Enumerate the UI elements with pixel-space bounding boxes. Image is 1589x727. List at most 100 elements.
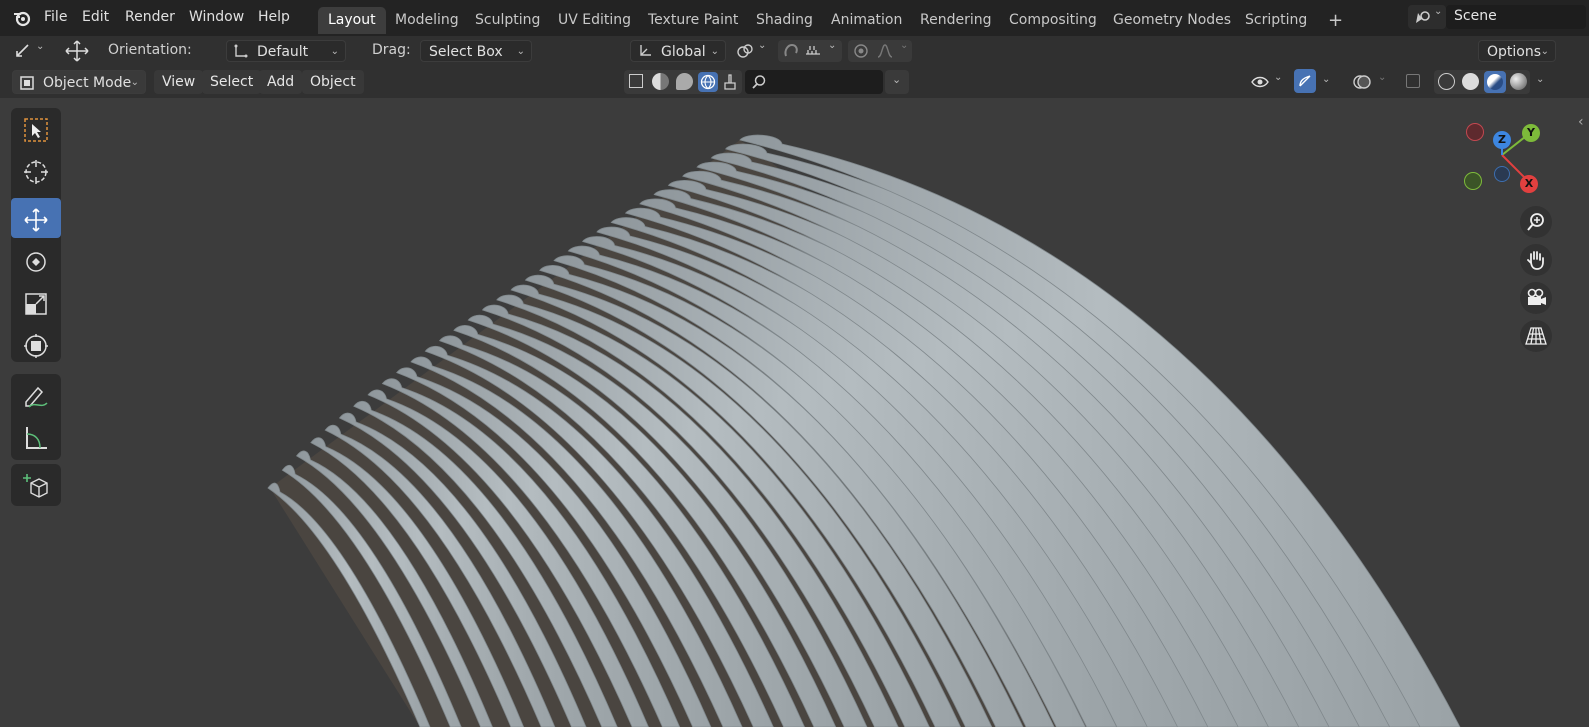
move-tool-icon: [16, 44, 29, 57]
gizmo-dropdown-chevron[interactable]: ⌄: [1322, 74, 1330, 85]
blender-logo-icon[interactable]: [12, 8, 32, 28]
navigation-gizmo[interactable]: Z Y X: [1460, 118, 1560, 198]
tab-rendering[interactable]: Rendering: [910, 7, 1002, 34]
viewport-search-field[interactable]: [745, 70, 883, 94]
scene-name-field[interactable]: Scene: [1446, 5, 1586, 29]
shading-options-chevron[interactable]: ⌄: [1536, 74, 1544, 85]
tab-sculpting[interactable]: Sculpting: [465, 7, 550, 34]
gizmo-z-axis[interactable]: Z: [1493, 131, 1511, 149]
solid-sphere-icon[interactable]: [652, 73, 669, 90]
pan-button[interactable]: [1520, 244, 1552, 276]
tab-shading[interactable]: Shading: [746, 7, 823, 34]
viewport-3d[interactable]: Z Y X ‹: [0, 98, 1589, 727]
tool-settings-dropdown[interactable]: ⌄: [12, 40, 50, 62]
add-cube-tool[interactable]: [11, 464, 61, 504]
tab-animation[interactable]: Animation: [821, 7, 912, 34]
measure-icon: [26, 427, 47, 449]
xray-toggle-icon[interactable]: [1406, 74, 1420, 88]
menu-help[interactable]: Help: [258, 9, 290, 25]
paint-brush-icon[interactable]: [722, 73, 738, 90]
scene-selector[interactable]: ⌄: [1408, 5, 1446, 29]
rotate-tool[interactable]: [11, 240, 61, 280]
scale-tool[interactable]: [11, 282, 61, 322]
tab-texture-paint[interactable]: Texture Paint: [638, 7, 748, 34]
orientation-icon: [234, 44, 248, 58]
snap-magnet-icon[interactable]: [782, 42, 800, 60]
proportional-editing-group: ⌄: [848, 40, 912, 62]
rendered-shading-icon[interactable]: [1510, 73, 1527, 90]
overlays-dropdown[interactable]: ⌄: [1350, 70, 1392, 94]
gizmo-neg-y[interactable]: [1464, 172, 1482, 190]
object-menu[interactable]: Object: [302, 70, 364, 94]
overlays-icon: [1353, 75, 1371, 89]
mode-value: Object Mode: [43, 75, 132, 91]
rotate-icon: [26, 252, 46, 272]
scene-name: Scene: [1454, 8, 1497, 24]
pivot-point-dropdown[interactable]: ⌄: [736, 40, 772, 62]
solid-shading-icon[interactable]: [1462, 73, 1479, 90]
perspective-toggle-button[interactable]: [1520, 320, 1552, 352]
options-dropdown[interactable]: Options ⌄: [1478, 40, 1556, 62]
gizmo-icon: [1299, 75, 1311, 87]
gizmo-x-axis[interactable]: X: [1520, 175, 1538, 193]
select-box-tool[interactable]: [11, 108, 61, 148]
eye-icon: [1251, 76, 1269, 88]
gizmo-y-axis[interactable]: Y: [1522, 124, 1540, 142]
striped-curved-mesh[interactable]: [0, 98, 1589, 727]
select-menu[interactable]: Select: [202, 70, 262, 94]
shading-modes-group: [1434, 70, 1530, 94]
transform-icon: [24, 334, 48, 358]
add-workspace-button[interactable]: +: [1318, 7, 1353, 34]
tab-compositing[interactable]: Compositing: [999, 7, 1107, 34]
cursor-icon: [24, 160, 48, 184]
material-shading-icon[interactable]: [1484, 71, 1506, 93]
filter-dropdown-button[interactable]: ⌄: [885, 70, 909, 94]
annotate-tool[interactable]: [11, 374, 61, 414]
scale-icon: [25, 293, 47, 315]
tab-layout[interactable]: Layout: [318, 7, 386, 34]
tab-modeling[interactable]: Modeling: [385, 7, 469, 34]
material-drops-icon[interactable]: [676, 73, 693, 90]
add-menu[interactable]: Add: [259, 70, 303, 94]
tab-uv-editing[interactable]: UV Editing: [548, 7, 641, 34]
measure-tool[interactable]: [11, 416, 61, 456]
object-mode-icon: [20, 76, 34, 90]
scene-icon: [1416, 11, 1430, 23]
camera-view-button[interactable]: [1520, 282, 1552, 314]
move-tool[interactable]: [11, 198, 61, 238]
move-icon: [24, 208, 48, 232]
gizmo-neg-z[interactable]: [1494, 166, 1510, 182]
perspective-grid-icon: [1525, 327, 1547, 345]
cursor-tool[interactable]: [11, 150, 61, 190]
orientation-dropdown[interactable]: Default ⌄: [226, 40, 346, 62]
view-menu[interactable]: View: [154, 70, 204, 94]
chevron-down-icon: ⌄: [710, 46, 719, 57]
tab-geometry-nodes[interactable]: Geometry Nodes: [1103, 7, 1241, 34]
sidebar-toggle-arrow[interactable]: ‹: [1578, 114, 1584, 130]
transform-orientation-dropdown[interactable]: Global ⌄: [630, 40, 726, 62]
snap-increment-icon[interactable]: [804, 42, 822, 60]
world-globe-icon[interactable]: [698, 72, 718, 92]
move-arrows-icon[interactable]: [64, 40, 90, 62]
proportional-edit-icon[interactable]: [852, 42, 870, 60]
gizmo-toggle-button[interactable]: [1294, 69, 1316, 93]
add-cube-icon: [23, 474, 48, 498]
top-bar: File Edit Render Window Help Layout Mode…: [0, 0, 1589, 36]
gizmo-neg-x[interactable]: [1466, 123, 1484, 141]
menu-window[interactable]: Window: [189, 9, 244, 25]
menu-file[interactable]: File: [44, 9, 67, 25]
menu-edit[interactable]: Edit: [82, 9, 109, 25]
menu-render[interactable]: Render: [125, 9, 175, 25]
drag-dropdown[interactable]: Select Box ⌄: [420, 40, 532, 62]
tab-scripting[interactable]: Scripting: [1235, 7, 1317, 34]
transform-orientation-value: Global: [661, 44, 706, 60]
transform-tool[interactable]: [11, 324, 61, 364]
frame-icon[interactable]: [629, 74, 643, 88]
wireframe-shading-icon[interactable]: [1438, 73, 1455, 90]
hand-pan-icon: [1527, 251, 1544, 270]
toolbar-transform-group: [11, 108, 61, 362]
visibility-dropdown[interactable]: ⌄: [1248, 70, 1286, 94]
mode-dropdown[interactable]: Object Mode ⌄: [12, 70, 146, 94]
falloff-curve-icon[interactable]: [876, 42, 894, 60]
zoom-button[interactable]: [1520, 206, 1552, 238]
